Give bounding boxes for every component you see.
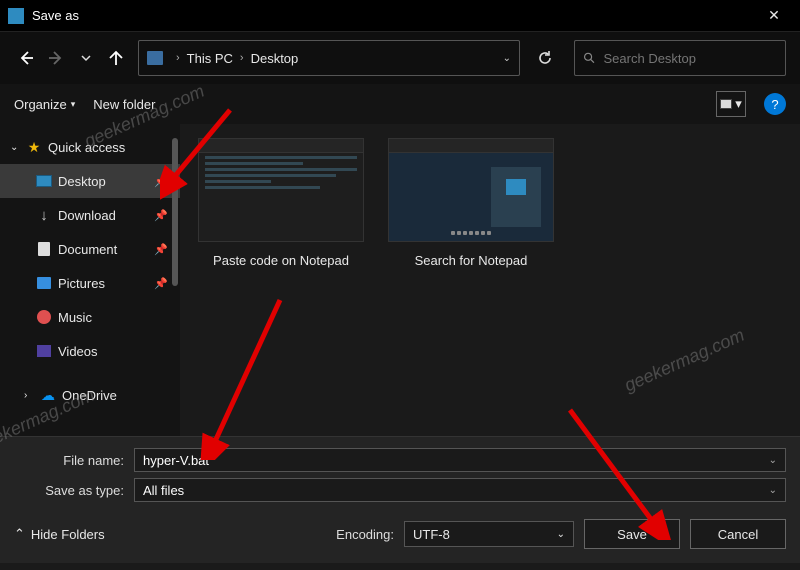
scrollbar-thumb[interactable] bbox=[172, 138, 178, 286]
chevron-right-icon: › bbox=[240, 52, 244, 64]
caret-down-icon[interactable]: ⌄ bbox=[769, 455, 777, 466]
file-name-value: hyper-V.bat bbox=[143, 453, 209, 468]
search-input[interactable] bbox=[604, 51, 777, 66]
window-title: Save as bbox=[32, 8, 756, 23]
pc-icon bbox=[147, 51, 163, 65]
star-icon: ★ bbox=[26, 140, 42, 154]
breadcrumb-part[interactable]: Desktop bbox=[251, 51, 299, 66]
document-icon bbox=[38, 242, 50, 256]
save-type-value: All files bbox=[143, 483, 184, 498]
onedrive-icon: ☁ bbox=[40, 388, 56, 402]
pin-icon: 📌 bbox=[154, 175, 168, 188]
hide-folders-toggle[interactable]: ⌃ Hide Folders bbox=[14, 526, 105, 542]
file-item[interactable]: Paste code on Notepad bbox=[198, 138, 364, 270]
save-type-label: Save as type: bbox=[14, 483, 134, 498]
new-folder-label: New folder bbox=[93, 97, 155, 112]
cancel-button[interactable]: Cancel bbox=[690, 519, 786, 549]
organize-label: Organize bbox=[14, 97, 67, 112]
file-item-label: Paste code on Notepad bbox=[198, 252, 364, 270]
sidebar-item-label: Download bbox=[58, 208, 148, 223]
search-box[interactable] bbox=[574, 40, 786, 76]
sidebar-item-label: Document bbox=[58, 242, 148, 257]
file-thumbnail bbox=[198, 138, 364, 242]
chevron-right-icon: › bbox=[176, 52, 180, 64]
pin-icon: 📌 bbox=[154, 243, 168, 256]
app-icon bbox=[8, 8, 24, 24]
chevron-up-icon: ⌃ bbox=[14, 526, 25, 542]
save-button[interactable]: Save bbox=[584, 519, 680, 549]
sidebar-item-label: Music bbox=[58, 310, 180, 325]
encoding-label: Encoding: bbox=[336, 527, 394, 542]
breadcrumb[interactable]: › This PC › Desktop ⌄ bbox=[138, 40, 520, 76]
sidebar-item-label: Quick access bbox=[48, 140, 180, 155]
sidebar-item-download[interactable]: ↓ Download 📌 bbox=[0, 198, 180, 232]
sidebar-item-quick-access[interactable]: ⌄ ★ Quick access bbox=[0, 130, 180, 164]
music-icon bbox=[37, 310, 51, 324]
file-name-label: File name: bbox=[14, 453, 134, 468]
encoding-select[interactable]: UTF-8 ⌄ bbox=[404, 521, 574, 547]
sidebar-item-desktop[interactable]: Desktop 📌 bbox=[0, 164, 180, 198]
videos-icon bbox=[37, 345, 51, 357]
up-button[interactable] bbox=[104, 46, 128, 70]
forward-button[interactable] bbox=[44, 46, 68, 70]
caret-down-icon: ▾ bbox=[71, 99, 76, 110]
caret-down-icon: ▾ bbox=[735, 96, 742, 112]
sidebar-item-pictures[interactable]: Pictures 📌 bbox=[0, 266, 180, 300]
sidebar-item-label: Desktop bbox=[58, 174, 148, 189]
download-icon: ↓ bbox=[36, 208, 52, 222]
desktop-icon bbox=[36, 175, 52, 187]
file-item-label: Search for Notepad bbox=[388, 252, 554, 270]
new-folder-button[interactable]: New folder bbox=[93, 97, 155, 112]
encoding-value: UTF-8 bbox=[413, 527, 450, 542]
sidebar-item-label: Videos bbox=[58, 344, 180, 359]
caret-down-icon[interactable]: ⌄ bbox=[557, 529, 565, 540]
search-icon bbox=[583, 51, 596, 65]
recent-dropdown[interactable] bbox=[74, 46, 98, 70]
file-thumbnail bbox=[388, 138, 554, 242]
file-list: Paste code on Notepad Search for Notepad bbox=[180, 124, 800, 436]
hide-folders-label: Hide Folders bbox=[31, 527, 105, 542]
help-button[interactable]: ? bbox=[764, 93, 786, 115]
caret-down-icon[interactable]: ⌄ bbox=[769, 485, 777, 496]
save-type-select[interactable]: All files ⌄ bbox=[134, 478, 786, 502]
sidebar-item-music[interactable]: Music bbox=[0, 300, 180, 334]
refresh-button[interactable] bbox=[530, 40, 560, 76]
breadcrumb-part[interactable]: This PC bbox=[187, 51, 233, 66]
breadcrumb-dropdown[interactable]: ⌄ bbox=[503, 53, 511, 64]
sidebar-item-onedrive[interactable]: › ☁ OneDrive bbox=[0, 378, 180, 412]
sidebar-item-document[interactable]: Document 📌 bbox=[0, 232, 180, 266]
sidebar-item-label: Pictures bbox=[58, 276, 148, 291]
pin-icon: 📌 bbox=[154, 209, 168, 222]
file-name-input[interactable]: hyper-V.bat ⌄ bbox=[134, 448, 786, 472]
close-button[interactable]: ✕ bbox=[756, 7, 792, 24]
chevron-right-icon: › bbox=[24, 390, 34, 401]
chevron-down-icon: ⌄ bbox=[10, 142, 20, 153]
organize-menu[interactable]: Organize ▾ bbox=[14, 97, 75, 112]
sidebar: ⌄ ★ Quick access Desktop 📌 ↓ Download 📌 … bbox=[0, 124, 180, 436]
view-mode-button[interactable]: ▾ bbox=[716, 91, 746, 117]
back-button[interactable] bbox=[14, 46, 38, 70]
pin-icon: 📌 bbox=[154, 277, 168, 290]
pictures-icon bbox=[37, 277, 51, 289]
sidebar-item-label: OneDrive bbox=[62, 388, 180, 403]
sidebar-item-videos[interactable]: Videos bbox=[0, 334, 180, 368]
file-item[interactable]: Search for Notepad bbox=[388, 138, 554, 270]
